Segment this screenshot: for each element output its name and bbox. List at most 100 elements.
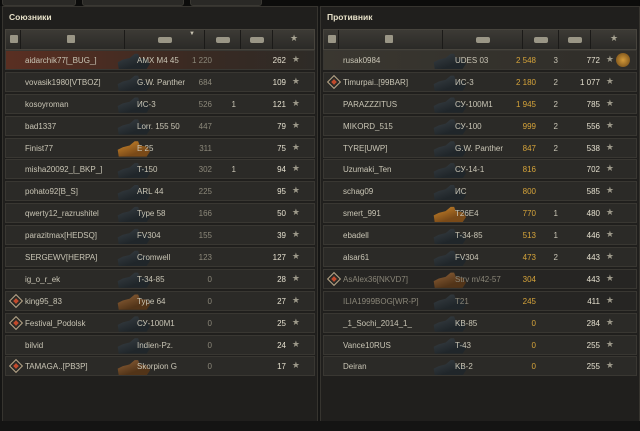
player-name: SERGEWV[HERPA]: [25, 253, 98, 263]
experience-value: 411: [587, 296, 600, 306]
allies-panel: Союзники ▼ ★ aidarchik77[_BUG_] AMX M4 45…: [2, 6, 318, 422]
damage-value: 1 945: [515, 99, 536, 109]
squad-icon: [10, 35, 18, 43]
vehicle-name: Type 58: [137, 209, 166, 219]
player-name: alsar61: [343, 253, 370, 263]
player-name: king95_83: [25, 296, 62, 306]
player-row[interactable]: Deiran KB-2 0 255 ★: [323, 356, 637, 377]
player-row[interactable]: MIKORD_515 СУ-100 999 2 556 ★: [323, 115, 637, 136]
kills-value: 1: [231, 99, 236, 109]
player-name: rusak0984: [343, 56, 381, 65]
player-row[interactable]: bad1337 Lorr. 155 50 447 79 ★: [5, 115, 315, 136]
player-row[interactable]: TYRE[UWP] G.W. Panther 847 2 538 ★: [323, 137, 637, 158]
col-damage[interactable]: [523, 30, 559, 49]
experience-value: 443: [586, 253, 600, 263]
vehicle-name: UDES 03: [455, 56, 489, 65]
player-row[interactable]: rusak0984 UDES 03 2 548 3 772 ★: [323, 50, 637, 70]
player-name: Timurpai..[99BAR]: [343, 77, 409, 87]
player-row[interactable]: ig_o_r_ek T-34-85 0 28 ★: [5, 268, 315, 289]
vehicle-name: G.W. Panther: [455, 143, 504, 153]
player-row[interactable]: Festival_Podolsk СУ-100М1 0 25 ★: [5, 312, 315, 333]
experience-value: 702: [586, 165, 600, 175]
player-row[interactable]: bilvid Indien-Pz. 0 24 ★: [5, 334, 315, 355]
experience-value: 94: [277, 165, 286, 175]
col-experience[interactable]: ★: [591, 30, 638, 49]
platoon-icon: [8, 293, 24, 308]
vehicle-name: E 25: [137, 143, 154, 153]
player-row[interactable]: TAMAGA..[РВЗР] Skorpion G 0 17 ★: [5, 356, 315, 377]
player-row[interactable]: SERGEWV[HERPA] Cromwell 123 127 ★: [5, 247, 315, 268]
player-row[interactable]: ebadell T-34-85 513 1 446 ★: [323, 225, 637, 246]
star-icon: ★: [291, 294, 300, 305]
col-player[interactable]: [21, 30, 125, 49]
player-row[interactable]: kosoyroman ИС-3 526 1 121 ★: [5, 93, 315, 114]
player-name: aidarchik77[_BUG_]: [25, 56, 97, 65]
vehicle-name: ИС: [455, 187, 467, 197]
player-row[interactable]: Vance10RUS T-43 0 255 ★: [323, 334, 637, 355]
player-row[interactable]: aidarchik77[_BUG_] AMX M4 45 1 220 262 ★: [5, 50, 315, 70]
experience-value: 25: [277, 318, 286, 328]
star-icon: ★: [605, 272, 614, 283]
kills-icon: [568, 37, 582, 43]
player-row[interactable]: _1_Sochi_2014_1_ KB-85 0 284 ★: [323, 312, 637, 333]
enemies-list: rusak0984 UDES 03 2 548 3 772 ★ Timurpai..[99B…: [323, 50, 637, 378]
damage-value: 245: [522, 296, 536, 306]
damage-icon: [216, 37, 230, 43]
star-icon: ★: [605, 316, 614, 327]
vehicle-name: Cromwell: [137, 253, 171, 263]
experience-value: 480: [586, 209, 600, 219]
vehicle-name: T-34-85: [455, 231, 483, 241]
player-row[interactable]: schag09 ИС 800 585 ★: [323, 181, 637, 202]
vehicle-name: Type 64: [137, 296, 166, 306]
kills-value: 2: [553, 99, 558, 109]
col-damage[interactable]: [205, 30, 241, 49]
player-name: Vance10RUS: [343, 340, 391, 350]
player-row[interactable]: parazitmax[HEDSQ] FV304 155 39 ★: [5, 225, 315, 246]
col-kills[interactable]: [559, 30, 591, 49]
col-player[interactable]: [339, 30, 443, 49]
star-icon: ★: [610, 33, 619, 43]
player-row[interactable]: PARAZZZITUS СУ-100М1 1 945 2 785 ★: [323, 93, 637, 114]
player-row[interactable]: ILIA1999BOG[WR-P] T21 245 411 ★: [323, 290, 637, 311]
experience-value: 446: [586, 231, 600, 241]
vehicle-name: KB-85: [455, 318, 478, 328]
star-icon: ★: [291, 54, 300, 64]
col-squad[interactable]: [324, 30, 339, 49]
player-row[interactable]: smert_991 T26E4 770 1 480 ★: [323, 203, 637, 224]
star-icon: ★: [291, 97, 300, 108]
platoon-icon: [8, 315, 24, 330]
player-row[interactable]: Finist77 E 25 311 75 ★: [5, 137, 315, 158]
experience-value: 785: [586, 99, 600, 109]
player-row[interactable]: alsar61 FV304 473 2 443 ★: [323, 247, 637, 268]
player-row[interactable]: vovasik1980[VTBOZ] G.W. Panther 684 109 ★: [5, 71, 315, 92]
col-squad[interactable]: [6, 30, 21, 49]
experience-value: 27: [277, 296, 286, 306]
col-vehicle[interactable]: [443, 30, 523, 49]
star-icon: ★: [291, 207, 300, 218]
player-row[interactable]: qwerty12_razrushitel Type 58 166 50 ★: [5, 203, 315, 224]
player-name: ILIA1999BOG[WR-P]: [343, 296, 419, 306]
player-row[interactable]: Timurpai..[99BAR] ИС-3 2 180 2 1 077 ★: [323, 71, 637, 92]
col-experience[interactable]: ★: [273, 30, 316, 49]
experience-value: 75: [277, 143, 286, 153]
experience-value: 39: [277, 231, 286, 241]
col-vehicle[interactable]: ▼: [125, 30, 205, 49]
player-row[interactable]: king95_83 Type 64 0 27 ★: [5, 290, 315, 311]
player-row[interactable]: Uzumaki_Ten СУ-14-1 816 702 ★: [323, 159, 637, 180]
vehicle-name: KB-2: [455, 362, 473, 372]
damage-value: 0: [207, 362, 212, 372]
star-icon: ★: [291, 163, 300, 174]
damage-value: 0: [531, 318, 536, 328]
star-icon: ★: [291, 141, 300, 152]
star-icon: ★: [605, 294, 614, 305]
vehicle-name: G.W. Panther: [137, 77, 186, 87]
player-row[interactable]: AsAlex36[NKVD7] Strv m/42-57 304 443 ★: [323, 268, 637, 289]
player-row[interactable]: misha20092_[_BKP_] T-150 302 1 94 ★: [5, 159, 315, 180]
vehicle-name: Skorpion G: [137, 362, 178, 372]
player-row[interactable]: pohato92[B_S] ARL 44 225 95 ★: [5, 181, 315, 202]
kills-value: 2: [553, 253, 558, 263]
squad-icon: [328, 35, 336, 43]
experience-value: 28: [277, 274, 286, 284]
star-icon: ★: [290, 33, 299, 43]
col-kills[interactable]: [241, 30, 273, 49]
